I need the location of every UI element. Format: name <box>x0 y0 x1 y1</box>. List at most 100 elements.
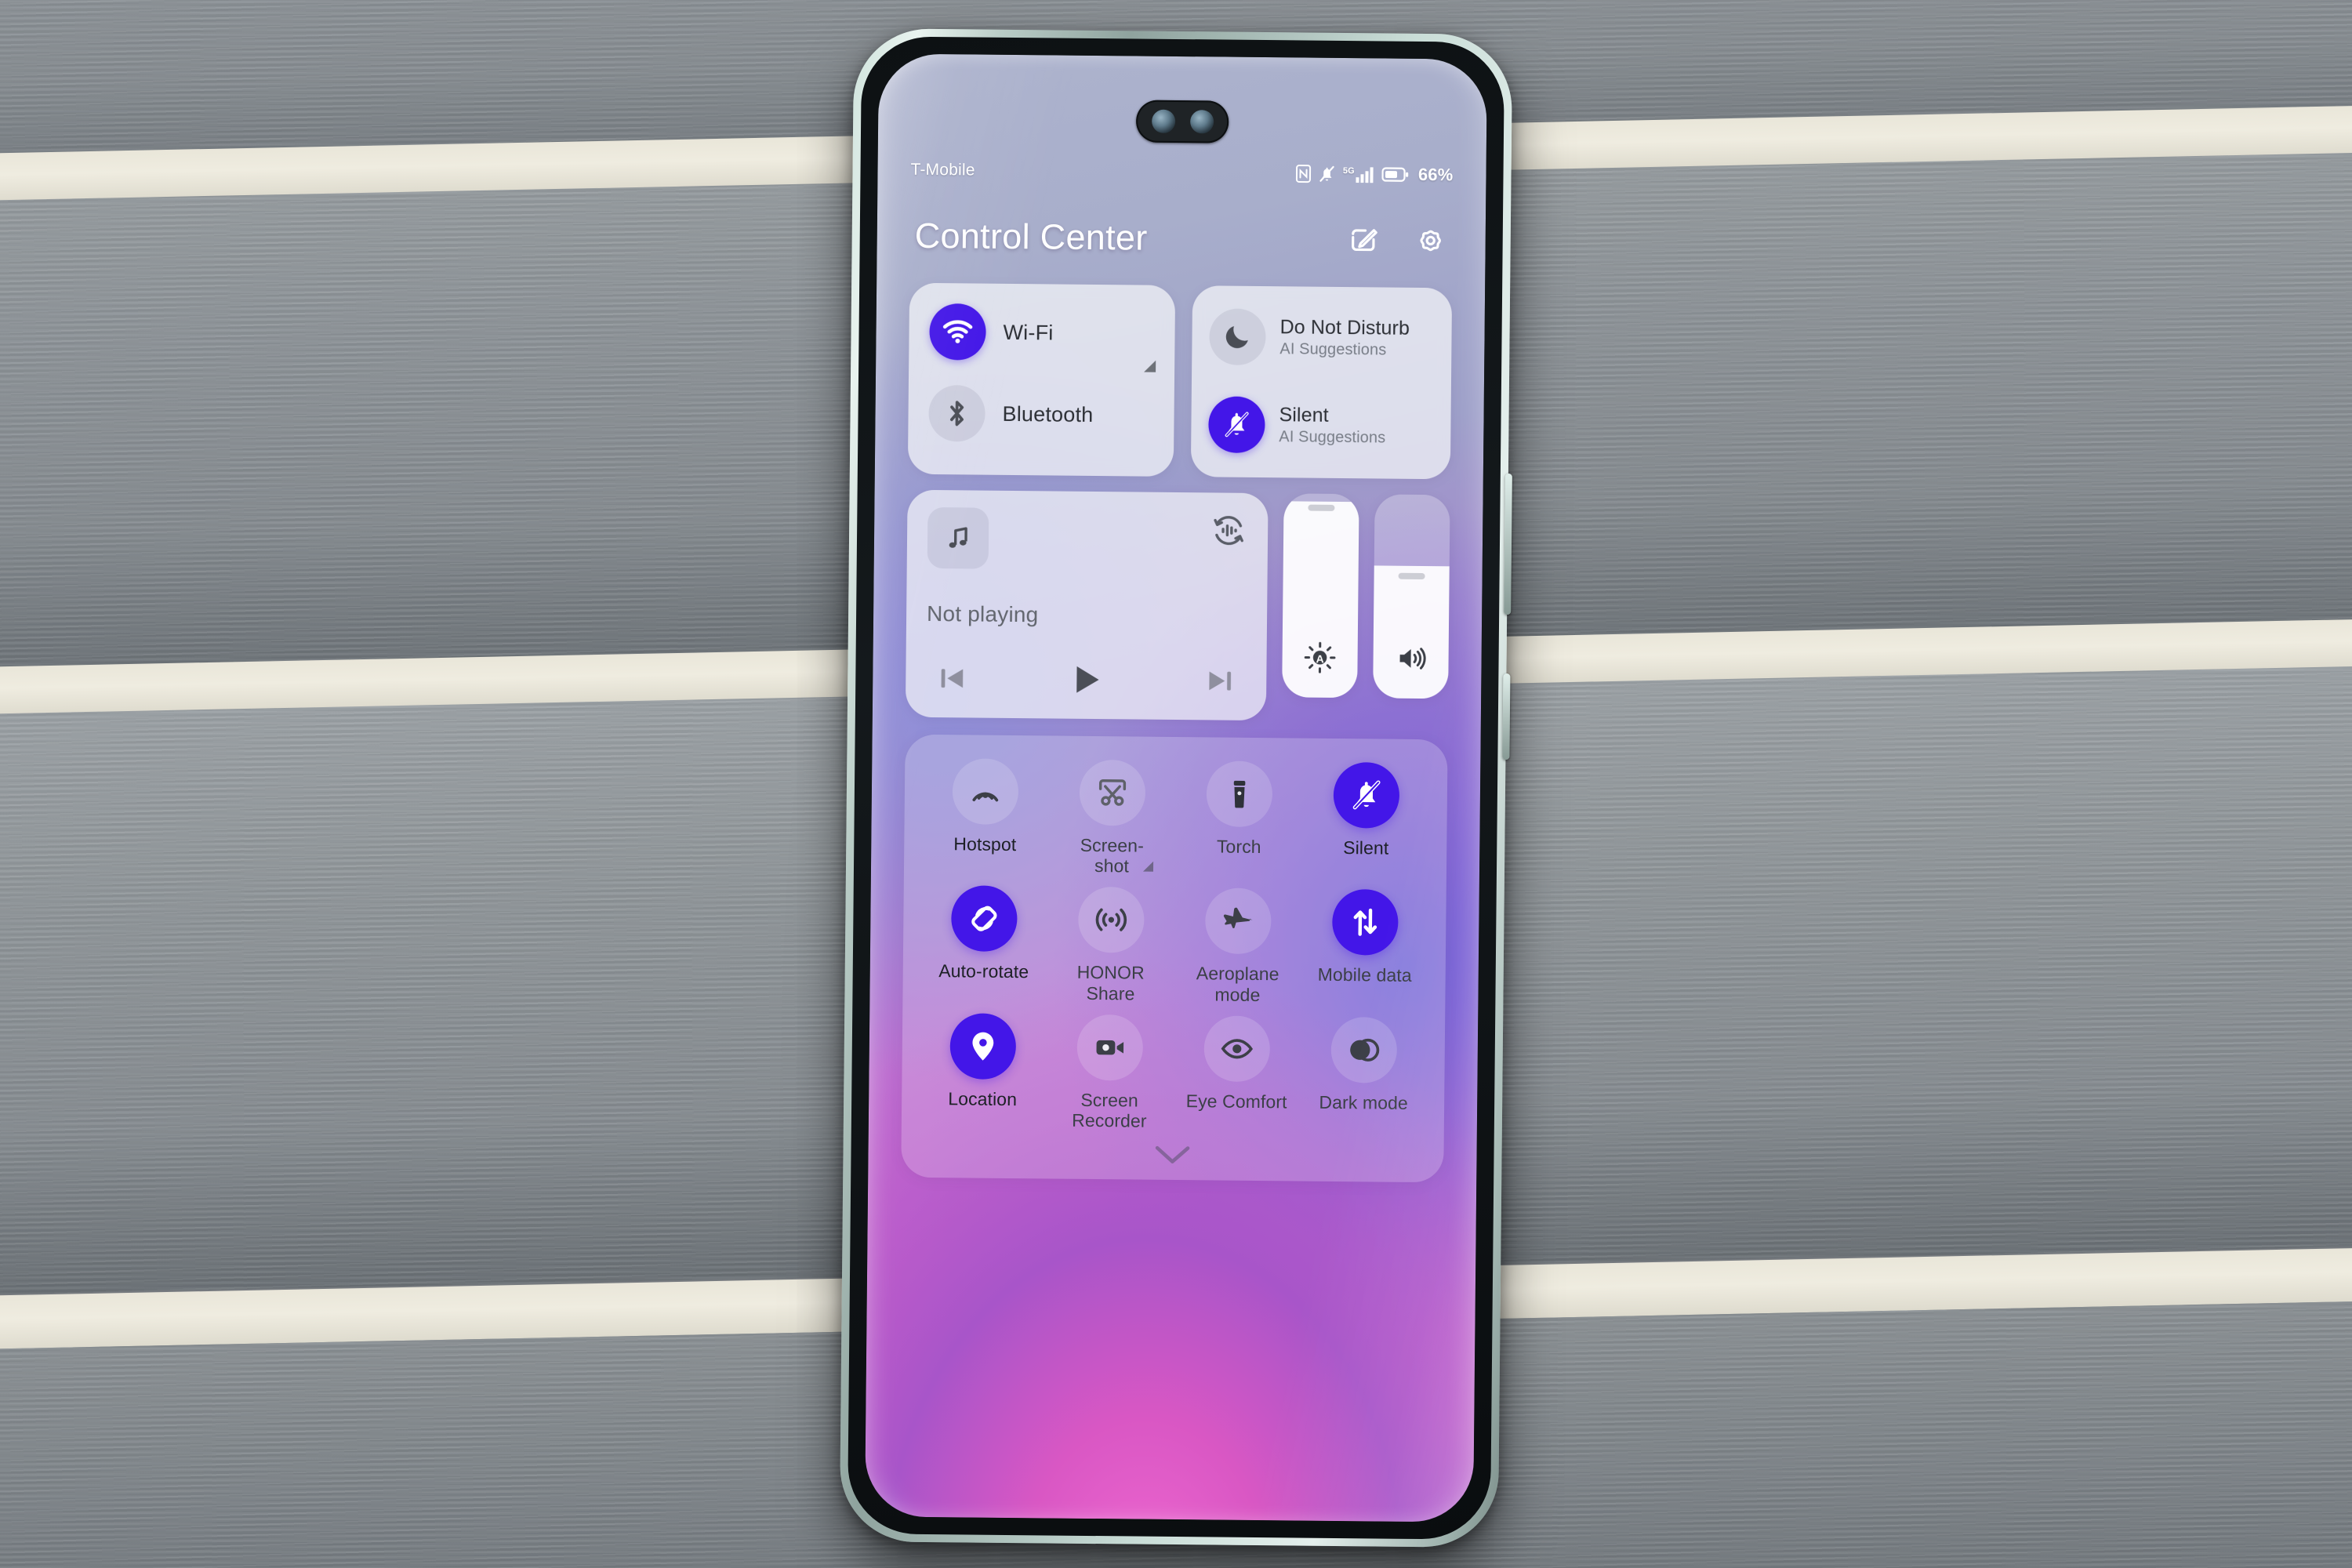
chevron-down-icon <box>1155 1146 1190 1164</box>
do-not-disturb-toggle[interactable]: Do Not Disturb AI Suggestions <box>1209 303 1435 372</box>
media-status-label: Not playing <box>926 601 1039 627</box>
silent-title: Silent <box>1279 404 1329 426</box>
phone-device: T-Mobile 5G 66% Control Center Wi-Fi Blu… <box>839 28 1513 1548</box>
top-cards-row: Wi-Fi Bluetooth Do Not Disturb AI Sugges… <box>907 282 1453 480</box>
toggle-screenshot[interactable]: Screen- shot <box>1048 759 1176 883</box>
toggle-auto-rotate[interactable]: Auto-rotate <box>920 885 1047 1009</box>
toggle-eye-comfort[interactable]: Eye Comfort <box>1173 1015 1301 1139</box>
next-track-icon[interactable] <box>1202 663 1236 698</box>
toggle-label: Silent <box>1343 837 1389 858</box>
quick-toggles-panel: Hotspot Screen- shot Torch Silent Auto-r… <box>901 734 1448 1183</box>
battery-percent-label: 66% <box>1417 164 1454 185</box>
carrier-label: T-Mobile <box>910 160 975 180</box>
toggle-label: Aeroplane mode <box>1196 963 1279 1005</box>
signal-5g-icon: 5G <box>1343 166 1375 183</box>
expand-triangle-icon[interactable] <box>1142 862 1154 873</box>
moon-icon <box>1209 308 1266 366</box>
brightness-slider[interactable]: A <box>1282 493 1359 699</box>
auto-brightness-icon: A <box>1282 641 1357 674</box>
wifi-label: Wi-Fi <box>1003 320 1054 344</box>
modes-card: Do Not Disturb AI Suggestions Silent AI … <box>1190 285 1453 480</box>
brightness-handle[interactable] <box>1308 504 1335 511</box>
toggle-hotspot[interactable]: Hotspot <box>921 758 1049 882</box>
status-bar: T-Mobile 5G 66% <box>910 154 1453 191</box>
volume-fill <box>1373 565 1450 699</box>
screenshot-icon <box>1079 759 1146 826</box>
connectivity-card: Wi-Fi Bluetooth <box>907 282 1176 477</box>
bluetooth-toggle[interactable]: Bluetooth <box>928 383 1154 445</box>
volume-handle[interactable] <box>1398 572 1425 580</box>
toggle-screen-recorder[interactable]: Screen Recorder <box>1046 1014 1174 1138</box>
expand-triangle-icon[interactable] <box>1144 360 1156 372</box>
silent-mode-toggle[interactable]: Silent AI Suggestions <box>1208 390 1434 460</box>
toggle-location[interactable]: Location <box>919 1013 1047 1137</box>
dark-mode-icon <box>1330 1016 1398 1083</box>
toggle-honor-share[interactable]: HONOR Share <box>1047 887 1174 1011</box>
quick-toggles-grid: Hotspot Screen- shot Torch Silent Auto-r… <box>919 758 1431 1141</box>
control-center-ui: T-Mobile 5G 66% Control Center Wi-Fi Blu… <box>865 53 1487 1522</box>
header-actions <box>1348 223 1448 258</box>
page-title: Control Center <box>914 215 1148 258</box>
previous-track-icon[interactable] <box>935 661 970 695</box>
toggle-label: Screen Recorder <box>1072 1089 1147 1131</box>
network-type-label: 5G <box>1342 165 1355 176</box>
bell-off-icon <box>1208 396 1265 454</box>
auto-rotate-icon <box>950 885 1018 953</box>
bell-off-icon <box>1333 761 1400 829</box>
do-not-disturb-subtitle: AI Suggestions <box>1279 340 1387 359</box>
silent-subtitle: AI Suggestions <box>1279 428 1386 447</box>
aeroplane-icon <box>1204 887 1272 955</box>
mobile-data-icon <box>1331 889 1399 956</box>
edit-icon[interactable] <box>1348 223 1381 256</box>
do-not-disturb-title: Do Not Disturb <box>1279 316 1410 339</box>
toggle-dark-mode[interactable]: Dark mode <box>1300 1016 1428 1140</box>
album-art <box>927 506 989 569</box>
toggle-label: Eye Comfort <box>1185 1091 1287 1112</box>
audio-output-icon[interactable] <box>1210 511 1248 553</box>
toggle-label: Auto-rotate <box>938 960 1029 982</box>
wifi-toggle[interactable]: Wi-Fi <box>929 302 1155 364</box>
silent-texts: Silent AI Suggestions <box>1279 404 1385 448</box>
signal-bars-icon <box>1356 166 1374 183</box>
power-button[interactable] <box>1502 673 1511 760</box>
toggle-label: HONOR Share <box>1076 962 1145 1004</box>
eye-icon <box>1203 1015 1271 1083</box>
battery-icon <box>1381 167 1409 182</box>
toggle-label: Hotspot <box>953 833 1017 855</box>
toggle-mobile-data[interactable]: Mobile data <box>1301 889 1428 1013</box>
bluetooth-label: Bluetooth <box>1002 401 1094 426</box>
toggle-label: Location <box>948 1088 1018 1109</box>
honor-share-icon <box>1077 887 1145 954</box>
svg-text:A: A <box>1316 652 1323 665</box>
toggle-label: Torch <box>1216 836 1261 858</box>
bluetooth-icon <box>928 384 985 442</box>
photo-scene: T-Mobile 5G 66% Control Center Wi-Fi Blu… <box>0 0 2352 1568</box>
nfc-icon <box>1296 164 1312 183</box>
phone-screen: T-Mobile 5G 66% Control Center Wi-Fi Blu… <box>865 53 1487 1523</box>
toggle-label: Dark mode <box>1319 1091 1408 1113</box>
gear-icon[interactable] <box>1414 223 1448 258</box>
play-icon[interactable] <box>1065 659 1106 700</box>
music-note-icon <box>949 527 967 548</box>
location-pin-icon <box>949 1013 1017 1080</box>
volume-button[interactable] <box>1504 474 1512 615</box>
control-center-header: Control Center <box>909 216 1452 262</box>
volume-slider[interactable] <box>1373 494 1450 699</box>
toggle-label: Mobile data <box>1317 964 1412 986</box>
toggle-torch[interactable]: Torch <box>1175 760 1303 884</box>
collapse-handle[interactable] <box>918 1140 1426 1170</box>
media-and-sliders-row: Not playing A <box>905 489 1450 723</box>
media-player-card[interactable]: Not playing <box>905 489 1269 721</box>
torch-icon <box>1206 760 1273 828</box>
do-not-disturb-texts: Do Not Disturb AI Suggestions <box>1279 316 1410 360</box>
status-icons: 5G 66% <box>1296 163 1454 185</box>
phone-bezel: T-Mobile 5G 66% Control Center Wi-Fi Blu… <box>847 36 1505 1540</box>
silent-bell-icon <box>1319 165 1334 182</box>
wifi-icon <box>929 303 986 361</box>
volume-icon <box>1373 641 1448 675</box>
screen-recorder-icon <box>1076 1014 1144 1081</box>
toggle-silent[interactable]: Silent <box>1302 761 1430 886</box>
media-transport-controls <box>926 658 1246 702</box>
toggle-aeroplane-mode[interactable]: Aeroplane mode <box>1174 887 1301 1011</box>
toggle-label: Screen- shot <box>1080 834 1145 877</box>
